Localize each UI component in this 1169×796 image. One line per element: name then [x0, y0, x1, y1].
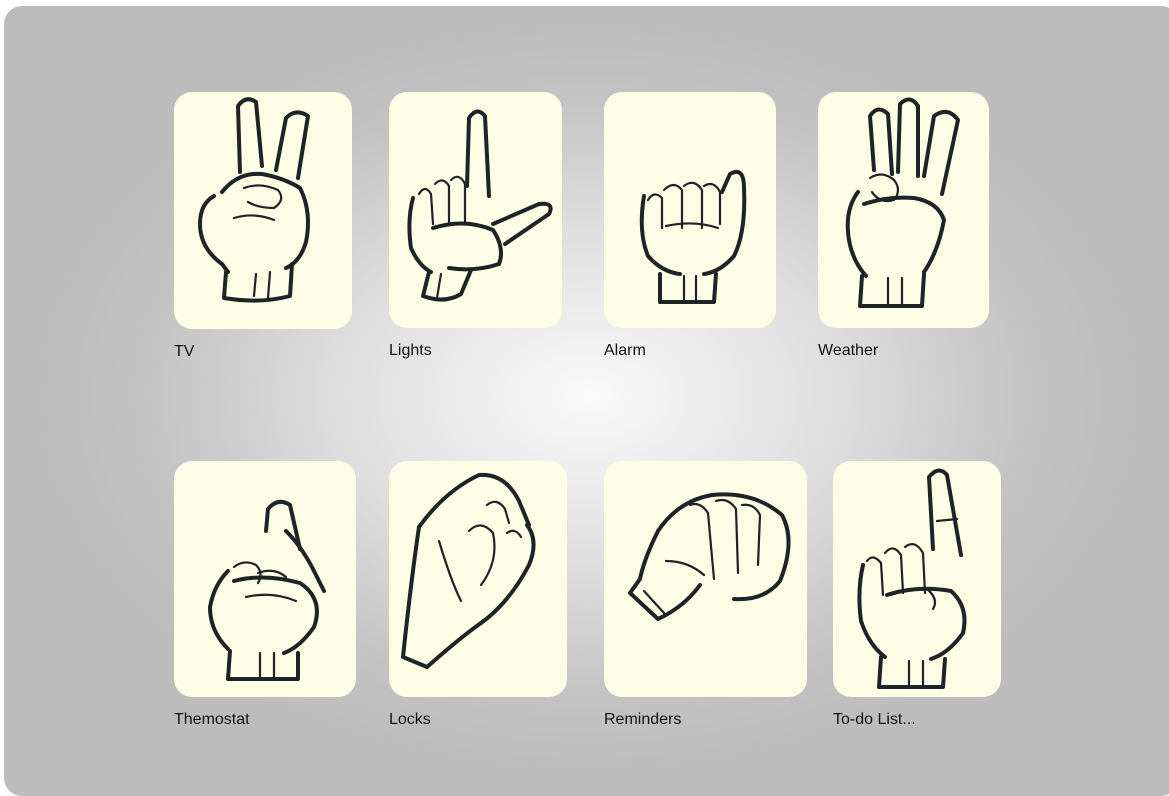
locks-card[interactable] [389, 461, 567, 697]
hand-sign-i-icon [857, 468, 967, 689]
hand-sign-c-icon [401, 472, 536, 669]
reminders-card[interactable] [604, 461, 807, 697]
lights-card[interactable] [389, 92, 562, 328]
weather-card[interactable] [818, 92, 989, 328]
hand-sign-l-icon [407, 109, 553, 302]
alarm-label: Alarm [604, 342, 646, 359]
weather-label: Weather [818, 342, 879, 359]
hand-sign-a-icon [639, 169, 747, 304]
tv-label: TV [174, 343, 195, 360]
hand-sign-s-icon [628, 492, 791, 621]
alarm-card[interactable] [604, 92, 776, 328]
hand-sign-w-icon [845, 97, 960, 308]
todo-list-card[interactable] [833, 461, 1001, 697]
lights-label: Lights [389, 342, 432, 359]
tv-card[interactable] [174, 92, 352, 329]
todo-list-label: To-do List... [833, 711, 916, 728]
thermostat-label: Themostat [174, 711, 250, 728]
locks-label: Locks [389, 711, 431, 728]
reminders-label: Reminders [604, 711, 682, 728]
thermostat-card[interactable] [174, 461, 356, 697]
hand-sign-v-icon [198, 97, 310, 303]
hand-sign-r-icon [208, 499, 326, 681]
